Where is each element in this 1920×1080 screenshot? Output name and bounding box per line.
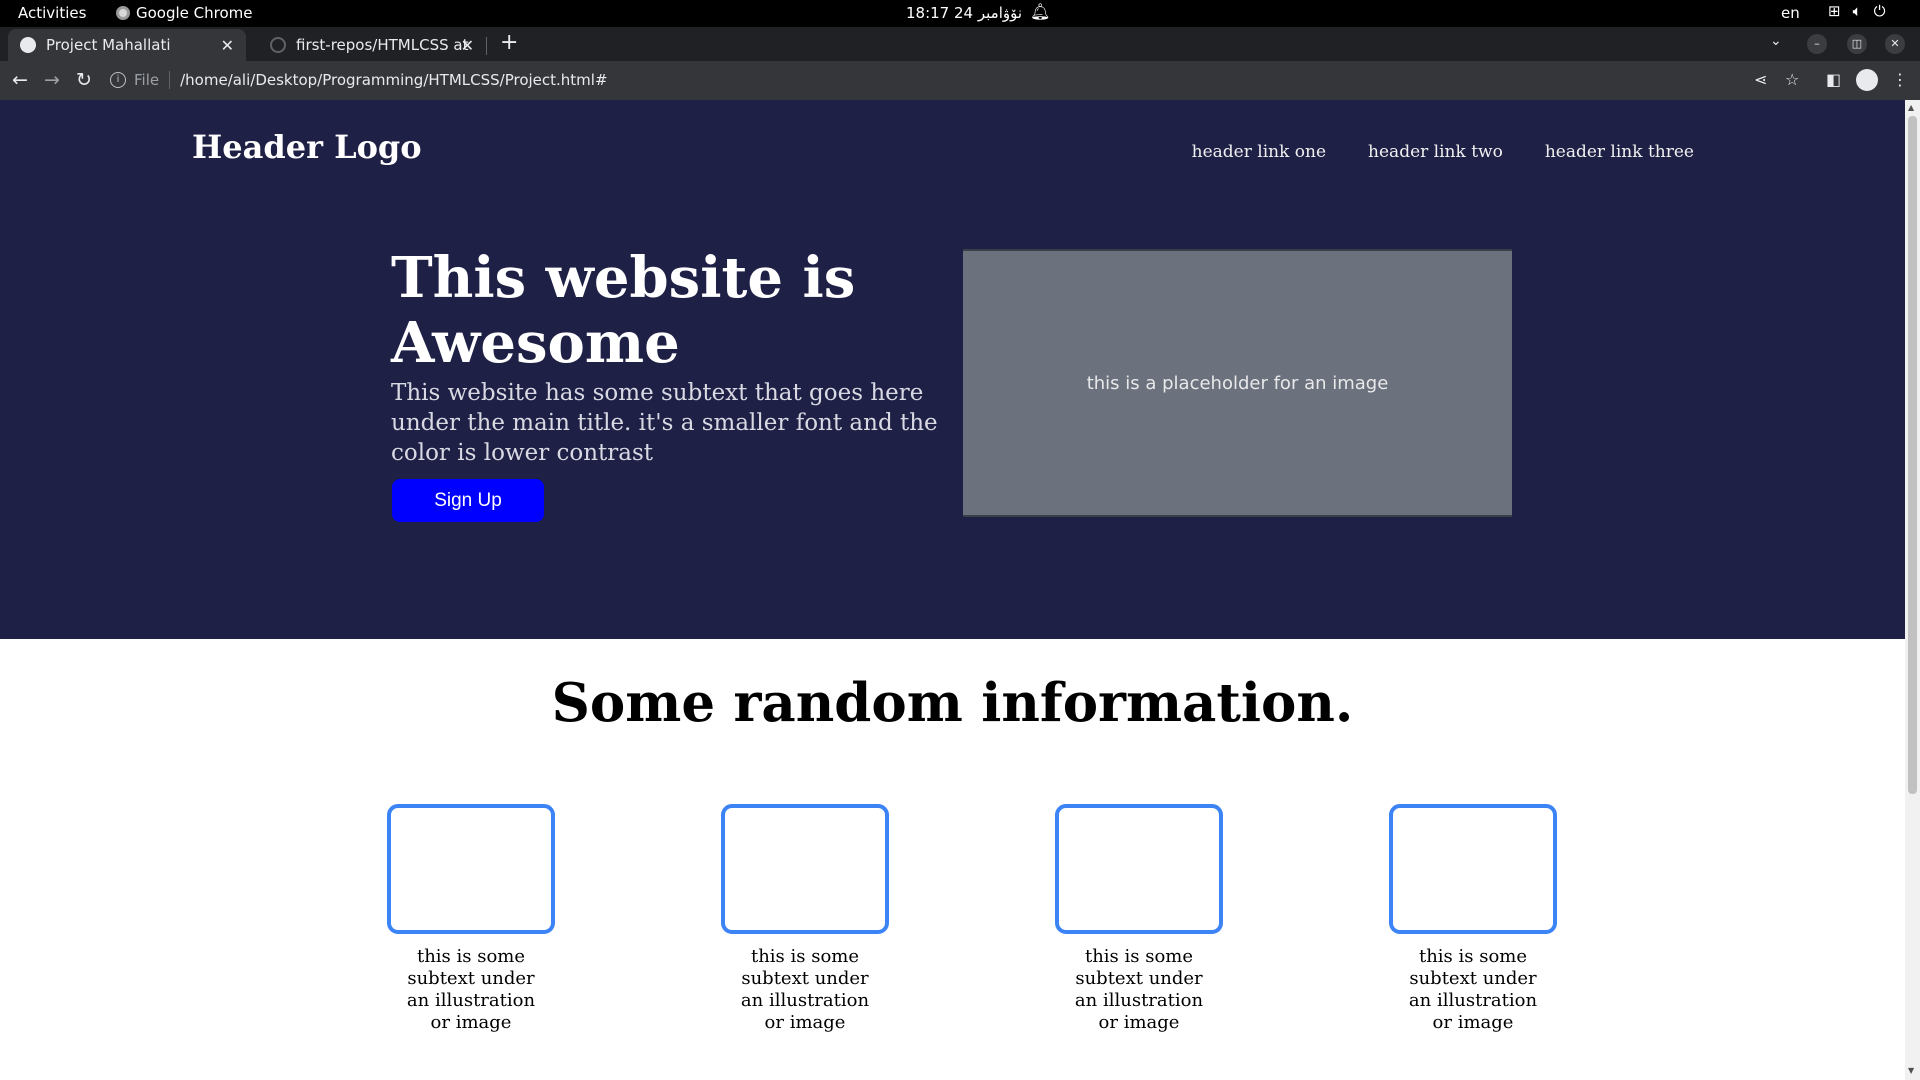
card-caption: this is some subtext under an illustrati… [1408, 946, 1538, 1033]
kebab-menu-icon[interactable]: ⋮ [1892, 70, 1908, 89]
site-info-icon[interactable]: i [110, 72, 126, 88]
tab-close-icon[interactable]: ✕ [221, 36, 234, 55]
chrome-icon [116, 6, 130, 20]
new-tab-plus-icon[interactable]: + [500, 30, 518, 55]
forward-arrow-icon[interactable]: → [44, 69, 60, 91]
header-logo: Header Logo [192, 128, 422, 166]
page-viewport: Header Logo header link one header link … [0, 100, 1905, 1080]
info-card: this is some subtext under an illustrati… [710, 804, 900, 1034]
share-icon[interactable]: ⋖ [1754, 70, 1767, 89]
illustration-placeholder [1055, 804, 1223, 934]
tab-close-icon[interactable]: ✕ [461, 36, 474, 55]
address-bar[interactable]: i File /home/ali/Desktop/Programming/HTM… [110, 66, 608, 94]
url-text[interactable]: /home/ali/Desktop/Programming/HTMLCSS/Pr… [180, 71, 607, 89]
tab-strip: Project Mahallati ✕ first-repos/HTMLCSS … [0, 27, 1920, 61]
clock[interactable]: 18:17 24 نۆۋامبر [906, 4, 1022, 22]
address-divider [169, 71, 171, 89]
power-icon: ⏻ [1873, 2, 1886, 20]
hero-subtext: This website has some subtext that goes … [391, 380, 938, 466]
activities-button[interactable]: Activities [18, 4, 86, 22]
scheme-label: File [134, 71, 160, 89]
scroll-up-arrow-icon[interactable]: ▲ [1908, 103, 1914, 112]
tab-separator [486, 37, 487, 55]
placeholder-text: this is a placeholder for an image [1086, 372, 1389, 394]
info-card: this is some subtext under an illustrati… [1378, 804, 1568, 1034]
header-link-three[interactable]: header link three [1545, 142, 1694, 162]
hero-image-placeholder: this is a placeholder for an image [963, 249, 1512, 517]
app-name: Google Chrome [136, 4, 253, 22]
side-panel-icon[interactable]: ◧ [1826, 70, 1841, 89]
profile-avatar[interactable] [1856, 69, 1878, 91]
info-section-title: Some random information. [551, 672, 1354, 734]
header-link-two[interactable]: header link two [1368, 142, 1503, 162]
tab-first-repos[interactable]: first-repos/HTMLCSS at m ✕ [258, 29, 486, 61]
tab-title: Project Mahallati [46, 36, 171, 54]
scrollbar-thumb[interactable] [1908, 116, 1917, 794]
back-arrow-icon[interactable]: ← [12, 69, 28, 91]
scroll-down-arrow-icon[interactable]: ▼ [1908, 1066, 1914, 1075]
illustration-placeholder [721, 804, 889, 934]
tab-title: first-repos/HTMLCSS at m [296, 36, 471, 54]
illustration-placeholder [387, 804, 555, 934]
header-nav: header link one header link two header l… [1192, 142, 1694, 162]
info-card: this is some subtext under an illustrati… [1044, 804, 1234, 1034]
loading-favicon-icon [270, 37, 286, 53]
bookmark-star-icon[interactable]: ☆ [1785, 70, 1799, 89]
hero-section: Header Logo header link one header link … [0, 100, 1905, 639]
system-top-bar: Activities Google Chrome 18:17 24 نۆۋامب… [0, 0, 1920, 27]
card-caption: this is some subtext under an illustrati… [1074, 946, 1204, 1033]
sign-up-button[interactable]: Sign Up [392, 479, 544, 522]
tab-project-mahallati[interactable]: Project Mahallati ✕ [8, 29, 246, 61]
volume-icon: 🔈︎ [1852, 2, 1862, 20]
header-link-one[interactable]: header link one [1192, 142, 1326, 162]
browser-toolbar: ← → ↻ i File /home/ali/Desktop/Programmi… [0, 61, 1920, 100]
hero-title: This website is Awesome [391, 245, 856, 376]
system-tray[interactable]: ⊞ 🔈︎ ⏻ [1828, 2, 1885, 20]
minimize-icon[interactable]: – [1807, 34, 1827, 54]
card-caption: this is some subtext under an illustrati… [406, 946, 536, 1033]
restore-icon[interactable]: ◫ [1847, 34, 1867, 54]
illustration-placeholder [1389, 804, 1557, 934]
page-favicon-icon [20, 37, 36, 53]
app-menu[interactable]: Google Chrome [116, 4, 253, 22]
info-card: this is some subtext under an illustrati… [376, 804, 566, 1034]
reload-icon[interactable]: ↻ [76, 69, 92, 91]
vertical-scrollbar[interactable]: ▲ ▼ [1905, 100, 1920, 1080]
notification-bell-icon: 🔔︎ [1030, 2, 1051, 21]
card-caption: this is some subtext under an illustrati… [740, 946, 870, 1033]
tab-search-chevron-icon[interactable]: ⌄ [1770, 33, 1782, 49]
network-icon: ⊞ [1828, 2, 1841, 20]
close-window-icon[interactable]: ✕ [1885, 34, 1905, 54]
language-indicator[interactable]: en [1781, 4, 1800, 22]
